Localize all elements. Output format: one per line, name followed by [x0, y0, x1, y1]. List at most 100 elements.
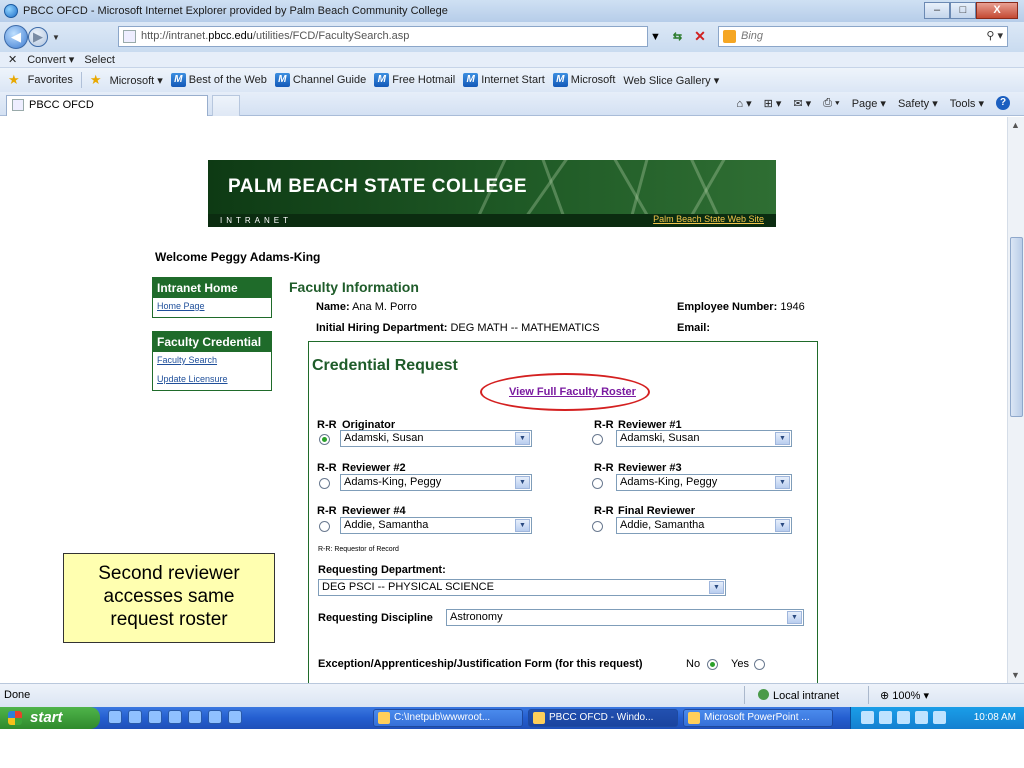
- fav-item-internet-start[interactable]: M Internet Start: [463, 73, 545, 87]
- msn-icon: M: [463, 73, 479, 87]
- maximize-button[interactable]: □: [950, 2, 976, 19]
- search-input[interactable]: Bing ⚲ ▾: [718, 26, 1008, 47]
- scroll-thumb[interactable]: [1010, 237, 1023, 417]
- url-dropdown-icon[interactable]: ▼: [650, 31, 661, 43]
- home-icon[interactable]: ⌂ ▾: [736, 97, 751, 110]
- scroll-down-icon: ▼: [1011, 670, 1020, 680]
- convert-button[interactable]: Convert ▾: [27, 53, 74, 66]
- rr-label: R-R: [317, 462, 337, 474]
- new-tab-button[interactable]: [212, 95, 240, 116]
- faculty-search-link[interactable]: Faculty Search: [153, 352, 271, 371]
- help-icon[interactable]: ?: [996, 96, 1010, 110]
- reviewer2-label: Reviewer #2: [342, 462, 406, 474]
- final-reviewer-select[interactable]: Addie, Samantha ▼: [616, 517, 792, 534]
- app-quicklaunch-icon[interactable]: [148, 710, 162, 724]
- url-field[interactable]: http://intranet.pbcc.edu/utilities/FCD/F…: [118, 26, 648, 47]
- print-icon[interactable]: ⎙ ▾: [823, 97, 839, 110]
- discipline-select[interactable]: Astronomy ▼: [446, 609, 804, 626]
- update-licensure-link[interactable]: Update Licensure: [153, 371, 271, 390]
- refresh-icon[interactable]: ⇆: [673, 30, 682, 43]
- rr-label: R-R: [317, 505, 337, 517]
- app-quicklaunch-icon[interactable]: [228, 710, 242, 724]
- reviewer3-select[interactable]: Adams-King, Peggy ▼: [616, 474, 792, 491]
- exception-label: Exception/Apprenticeship/Justification F…: [318, 658, 643, 670]
- task-powerpoint[interactable]: Microsoft PowerPoint ...: [683, 709, 833, 727]
- task-explorer[interactable]: C:\Inetpub\wwwroot...: [373, 709, 523, 727]
- reviewer4-label: Reviewer #4: [342, 505, 406, 517]
- discipline-label: Requesting Discipline: [318, 612, 433, 624]
- search-placeholder: Bing: [741, 30, 764, 42]
- email-label: Email:: [677, 322, 711, 334]
- window-titlebar: PBCC OFCD - Microsoft Internet Explorer …: [0, 0, 1024, 22]
- reviewer1-select[interactable]: Adamski, Susan ▼: [616, 430, 792, 447]
- vertical-scrollbar[interactable]: ▲ ▼: [1007, 117, 1024, 683]
- originator-select[interactable]: Adamski, Susan ▼: [340, 430, 532, 447]
- start-button[interactable]: start: [0, 707, 100, 729]
- page-menu[interactable]: Page ▾: [852, 97, 886, 110]
- add-favorite-icon[interactable]: ★: [90, 72, 102, 88]
- nav-header-home: Intranet Home: [153, 278, 271, 298]
- close-toolbar-icon[interactable]: ✕: [8, 53, 17, 66]
- search-icon[interactable]: ⚲ ▾: [986, 27, 1003, 46]
- home-page-link[interactable]: Home Page: [153, 298, 271, 317]
- quick-launch: [108, 710, 242, 724]
- fav-item-microsoft[interactable]: Microsoft ▾: [110, 74, 163, 87]
- back-button[interactable]: ◀: [4, 25, 28, 49]
- state-website-link[interactable]: Palm Beach State Web Site: [653, 213, 764, 226]
- reviewer4-select[interactable]: Addie, Samantha ▼: [340, 517, 532, 534]
- stop-icon[interactable]: ✕: [694, 28, 706, 45]
- fav-item-free-hotmail[interactable]: M Free Hotmail: [374, 73, 455, 87]
- safety-menu[interactable]: Safety ▾: [898, 97, 938, 110]
- tools-menu[interactable]: Tools ▾: [950, 97, 984, 110]
- system-tray: 10:08 AM: [850, 707, 1024, 729]
- tab-pbcc-ofcd[interactable]: PBCC OFCD: [6, 95, 208, 116]
- originator-radio[interactable]: [319, 434, 330, 445]
- favorites-button[interactable]: Favorites: [28, 74, 73, 86]
- tray-icon: [933, 711, 946, 724]
- bing-icon: [723, 30, 736, 43]
- url-path: /utilities/FCD/FacultySearch.asp: [252, 30, 410, 42]
- history-dropdown-icon[interactable]: ▼: [52, 33, 60, 42]
- msn-icon: M: [170, 73, 186, 87]
- page-icon: [123, 30, 136, 43]
- app-quicklaunch-icon[interactable]: [128, 710, 142, 724]
- nav-header-credential: Faculty Credential: [153, 332, 271, 352]
- app-quicklaunch-icon[interactable]: [188, 710, 202, 724]
- zoom-level[interactable]: ⊕ 100% ▾: [880, 689, 929, 702]
- fav-item-best-of-web[interactable]: M Best of the Web: [170, 73, 267, 87]
- reviewer2-radio[interactable]: [319, 478, 330, 489]
- callout-line-2: accesses same: [103, 586, 235, 607]
- reviewer3-radio[interactable]: [592, 478, 603, 489]
- chevron-down-icon: ▼: [515, 476, 530, 489]
- msn-icon: M: [552, 73, 568, 87]
- rr-label: R-R: [594, 462, 614, 474]
- exception-yes-label: Yes: [731, 658, 749, 670]
- ie-quicklaunch-icon[interactable]: [108, 710, 122, 724]
- select-button[interactable]: Select: [84, 54, 115, 66]
- reviewer1-radio[interactable]: [592, 434, 603, 445]
- app-quicklaunch-icon[interactable]: [208, 710, 222, 724]
- req-dept-select[interactable]: DEG PSCI -- PHYSICAL SCIENCE ▼: [318, 579, 726, 596]
- callout-line-3: request roster: [110, 609, 228, 630]
- mail-icon[interactable]: ✉ ▾: [793, 97, 811, 110]
- task-ie[interactable]: PBCC OFCD - Windo...: [528, 709, 678, 727]
- minimize-button[interactable]: –: [924, 2, 950, 19]
- rr-note: R-R: Requestor of Record: [318, 546, 399, 553]
- feeds-icon[interactable]: ⊞ ▾: [764, 97, 782, 110]
- tab-bar: PBCC OFCD ⌂ ▾ ⊞ ▾ ✉ ▾ ⎙ ▾ Page ▾ Safety …: [0, 92, 1024, 116]
- exception-no-radio[interactable]: [707, 659, 718, 670]
- exception-yes-radio[interactable]: [754, 659, 765, 670]
- forward-button[interactable]: ▶: [28, 27, 48, 47]
- reviewer2-select[interactable]: Adams-King, Peggy ▼: [340, 474, 532, 491]
- close-button[interactable]: X: [976, 2, 1018, 19]
- reviewer4-radio[interactable]: [319, 521, 330, 532]
- fav-item-channel-guide[interactable]: M Channel Guide: [274, 73, 366, 87]
- fav-item-web-slice[interactable]: Web Slice Gallery ▾: [623, 74, 719, 87]
- final-reviewer-label: Final Reviewer: [618, 505, 696, 517]
- app-quicklaunch-icon[interactable]: [168, 710, 182, 724]
- fav-item-microsoft-2[interactable]: M Microsoft: [552, 73, 615, 87]
- rr-label: R-R: [594, 505, 614, 517]
- chevron-down-icon: ▼: [775, 432, 790, 445]
- final-reviewer-radio[interactable]: [592, 521, 603, 532]
- banner-subtitle: INTRANET Palm Beach State Web Site: [208, 214, 776, 227]
